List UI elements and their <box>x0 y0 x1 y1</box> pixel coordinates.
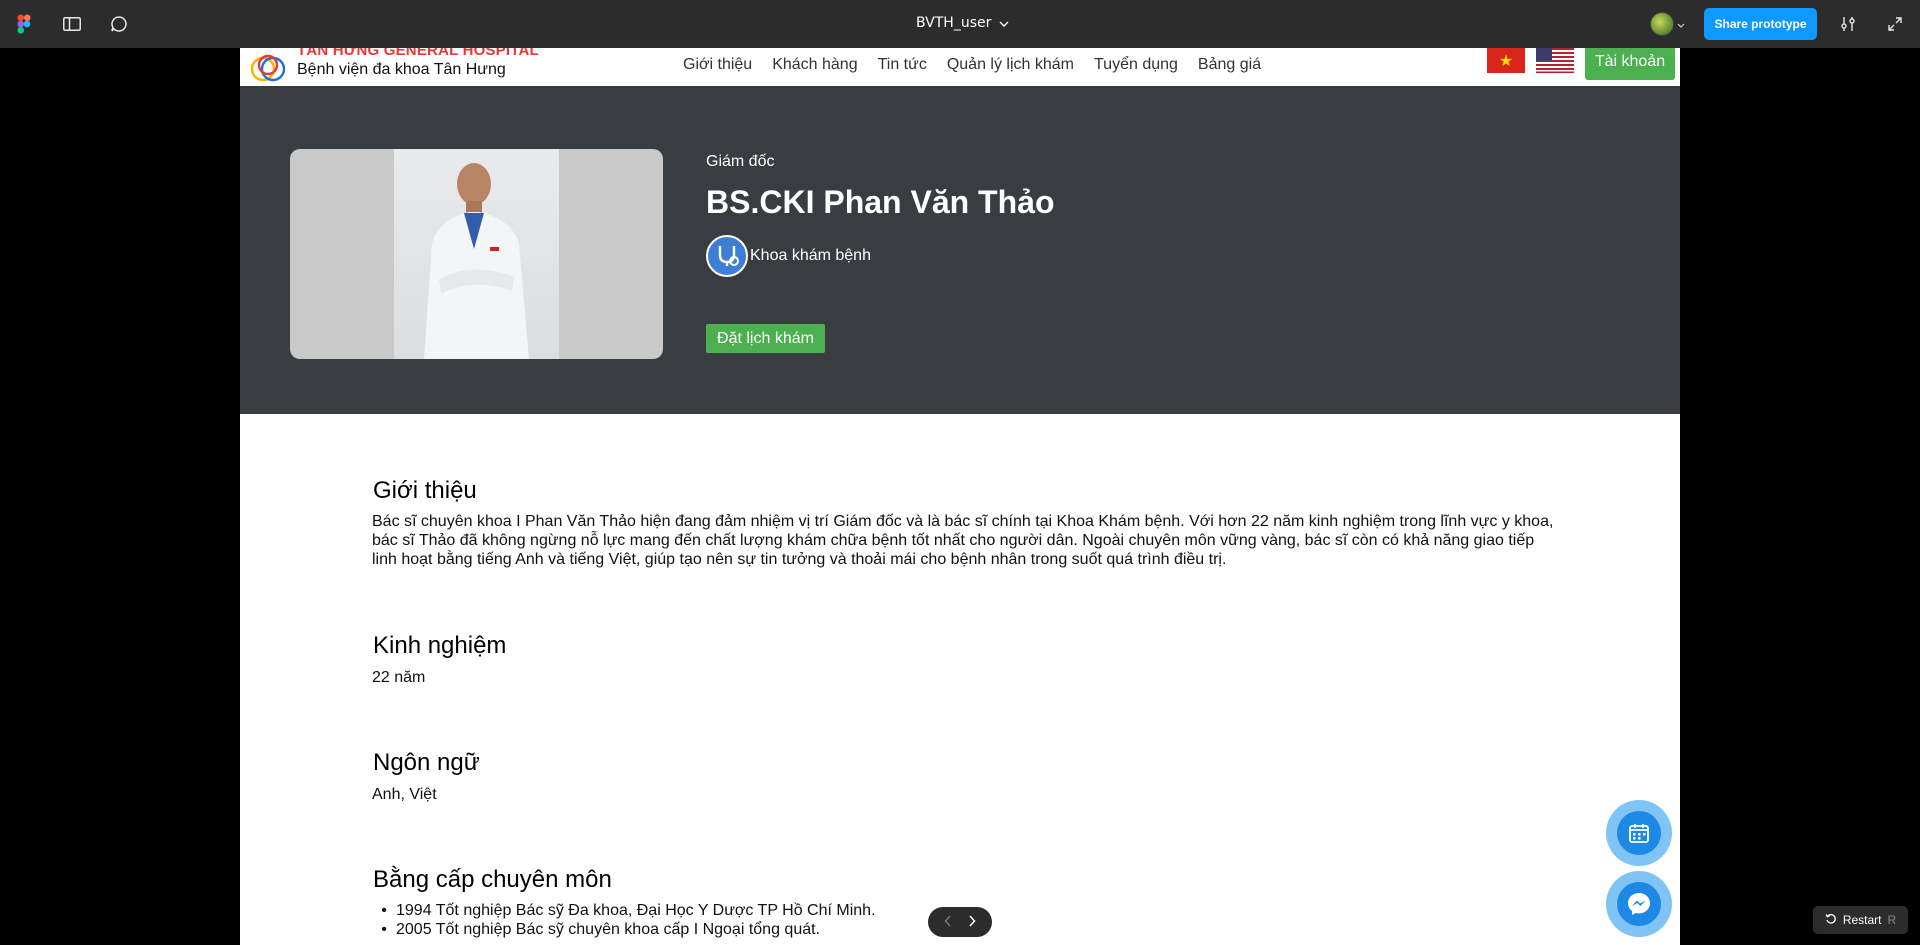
comment-icon[interactable] <box>107 12 131 36</box>
certs-list: 1994 Tốt nghiệp Bác sỹ Đa khoa, Đại Học … <box>372 901 876 939</box>
sliders-icon[interactable] <box>1836 12 1860 36</box>
chevron-down-icon <box>1677 15 1685 33</box>
list-item: 2005 Tốt nghiệp Bác sỹ chuyên khoa cấp I… <box>372 920 876 939</box>
doctor-hero: Giám đốc BS.CKI Phan Văn Thảo Khoa khám … <box>240 86 1680 414</box>
file-title-dropdown[interactable]: BVTH_user <box>916 15 1009 31</box>
figma-toolbar: BVTH_user Share prototype <box>0 0 1920 48</box>
restart-shortcut: R <box>1887 913 1897 927</box>
chevron-left-icon[interactable] <box>944 914 952 930</box>
prototype-pager <box>928 907 992 937</box>
hospital-logo-icon[interactable] <box>248 50 290 84</box>
stethoscope-icon <box>706 235 748 277</box>
user-menu[interactable] <box>1650 11 1685 37</box>
chevron-down-icon <box>999 15 1009 31</box>
flag-star: ★ <box>1498 52 1514 70</box>
restart-button[interactable]: Restart R <box>1813 906 1908 934</box>
nav-item-tin-tuc[interactable]: Tin tức <box>868 52 937 78</box>
certs-title: Bằng cấp chuyên môn <box>373 866 612 893</box>
site-header: TÂN HƯNG GENERAL HOSPITAL Bệnh viện đa k… <box>240 48 1680 86</box>
language-title: Ngôn ngữ <box>373 749 480 776</box>
experience-value: 22 năm <box>372 669 426 686</box>
restart-icon <box>1825 913 1837 928</box>
nav-item-tuyen-dung[interactable]: Tuyển dụng <box>1084 52 1188 78</box>
department-label: Khoa khám bệnh <box>750 247 871 264</box>
nav-item-bang-gia[interactable]: Bảng giá <box>1188 52 1271 78</box>
book-appointment-button[interactable]: Đặt lịch khám <box>706 324 825 353</box>
department-tag[interactable]: Khoa khám bệnh <box>706 235 871 277</box>
account-button[interactable]: Tài khoản <box>1585 48 1675 80</box>
doctor-photo <box>290 149 663 359</box>
nav-item-quan-ly-lich-kham[interactable]: Quản lý lịch khám <box>937 52 1084 78</box>
expand-icon[interactable] <box>1883 12 1907 36</box>
language-value: Anh, Việt <box>372 786 437 803</box>
messenger-fab-button[interactable] <box>1606 871 1672 937</box>
main-nav: Giới thiệu Khách hàng Tin tức Quản lý lị… <box>673 52 1271 78</box>
us-flag-icon[interactable] <box>1536 48 1574 73</box>
doctor-figure-icon <box>424 163 529 359</box>
intro-body: Bác sĩ chuyên khoa I Phan Văn Thảo hiện … <box>372 513 1554 568</box>
messenger-icon <box>1617 882 1661 926</box>
doctor-role: Giám đốc <box>706 153 775 170</box>
figma-logo-icon[interactable] <box>12 12 36 36</box>
share-prototype-button[interactable]: Share prototype <box>1704 8 1817 40</box>
avatar <box>1650 12 1674 36</box>
nav-item-khach-hang[interactable]: Khách hàng <box>762 52 867 78</box>
calendar-fab-button[interactable] <box>1606 800 1672 866</box>
experience-title: Kinh nghiệm <box>373 632 507 659</box>
doctor-name: BS.CKI Phan Văn Thảo <box>706 184 1055 220</box>
sidebar-toggle-icon[interactable] <box>60 12 84 36</box>
file-title: BVTH_user <box>916 15 992 31</box>
intro-title: Giới thiệu <box>373 477 477 504</box>
logo-subtitle: Bệnh viện đa khoa Tân Hưng <box>297 61 506 78</box>
prototype-frame: TÂN HƯNG GENERAL HOSPITAL Bệnh viện đa k… <box>240 48 1680 945</box>
vietnam-flag-icon[interactable]: ★ <box>1487 48 1525 73</box>
photo-background <box>394 149 559 359</box>
chevron-right-icon[interactable] <box>968 914 976 930</box>
list-item: 1994 Tốt nghiệp Bác sỹ Đa khoa, Đại Học … <box>372 901 876 920</box>
logo-title: TÂN HƯNG GENERAL HOSPITAL <box>297 48 539 59</box>
nav-item-gioi-thieu[interactable]: Giới thiệu <box>673 52 762 78</box>
restart-label: Restart <box>1842 913 1882 927</box>
calendar-icon <box>1617 811 1661 855</box>
